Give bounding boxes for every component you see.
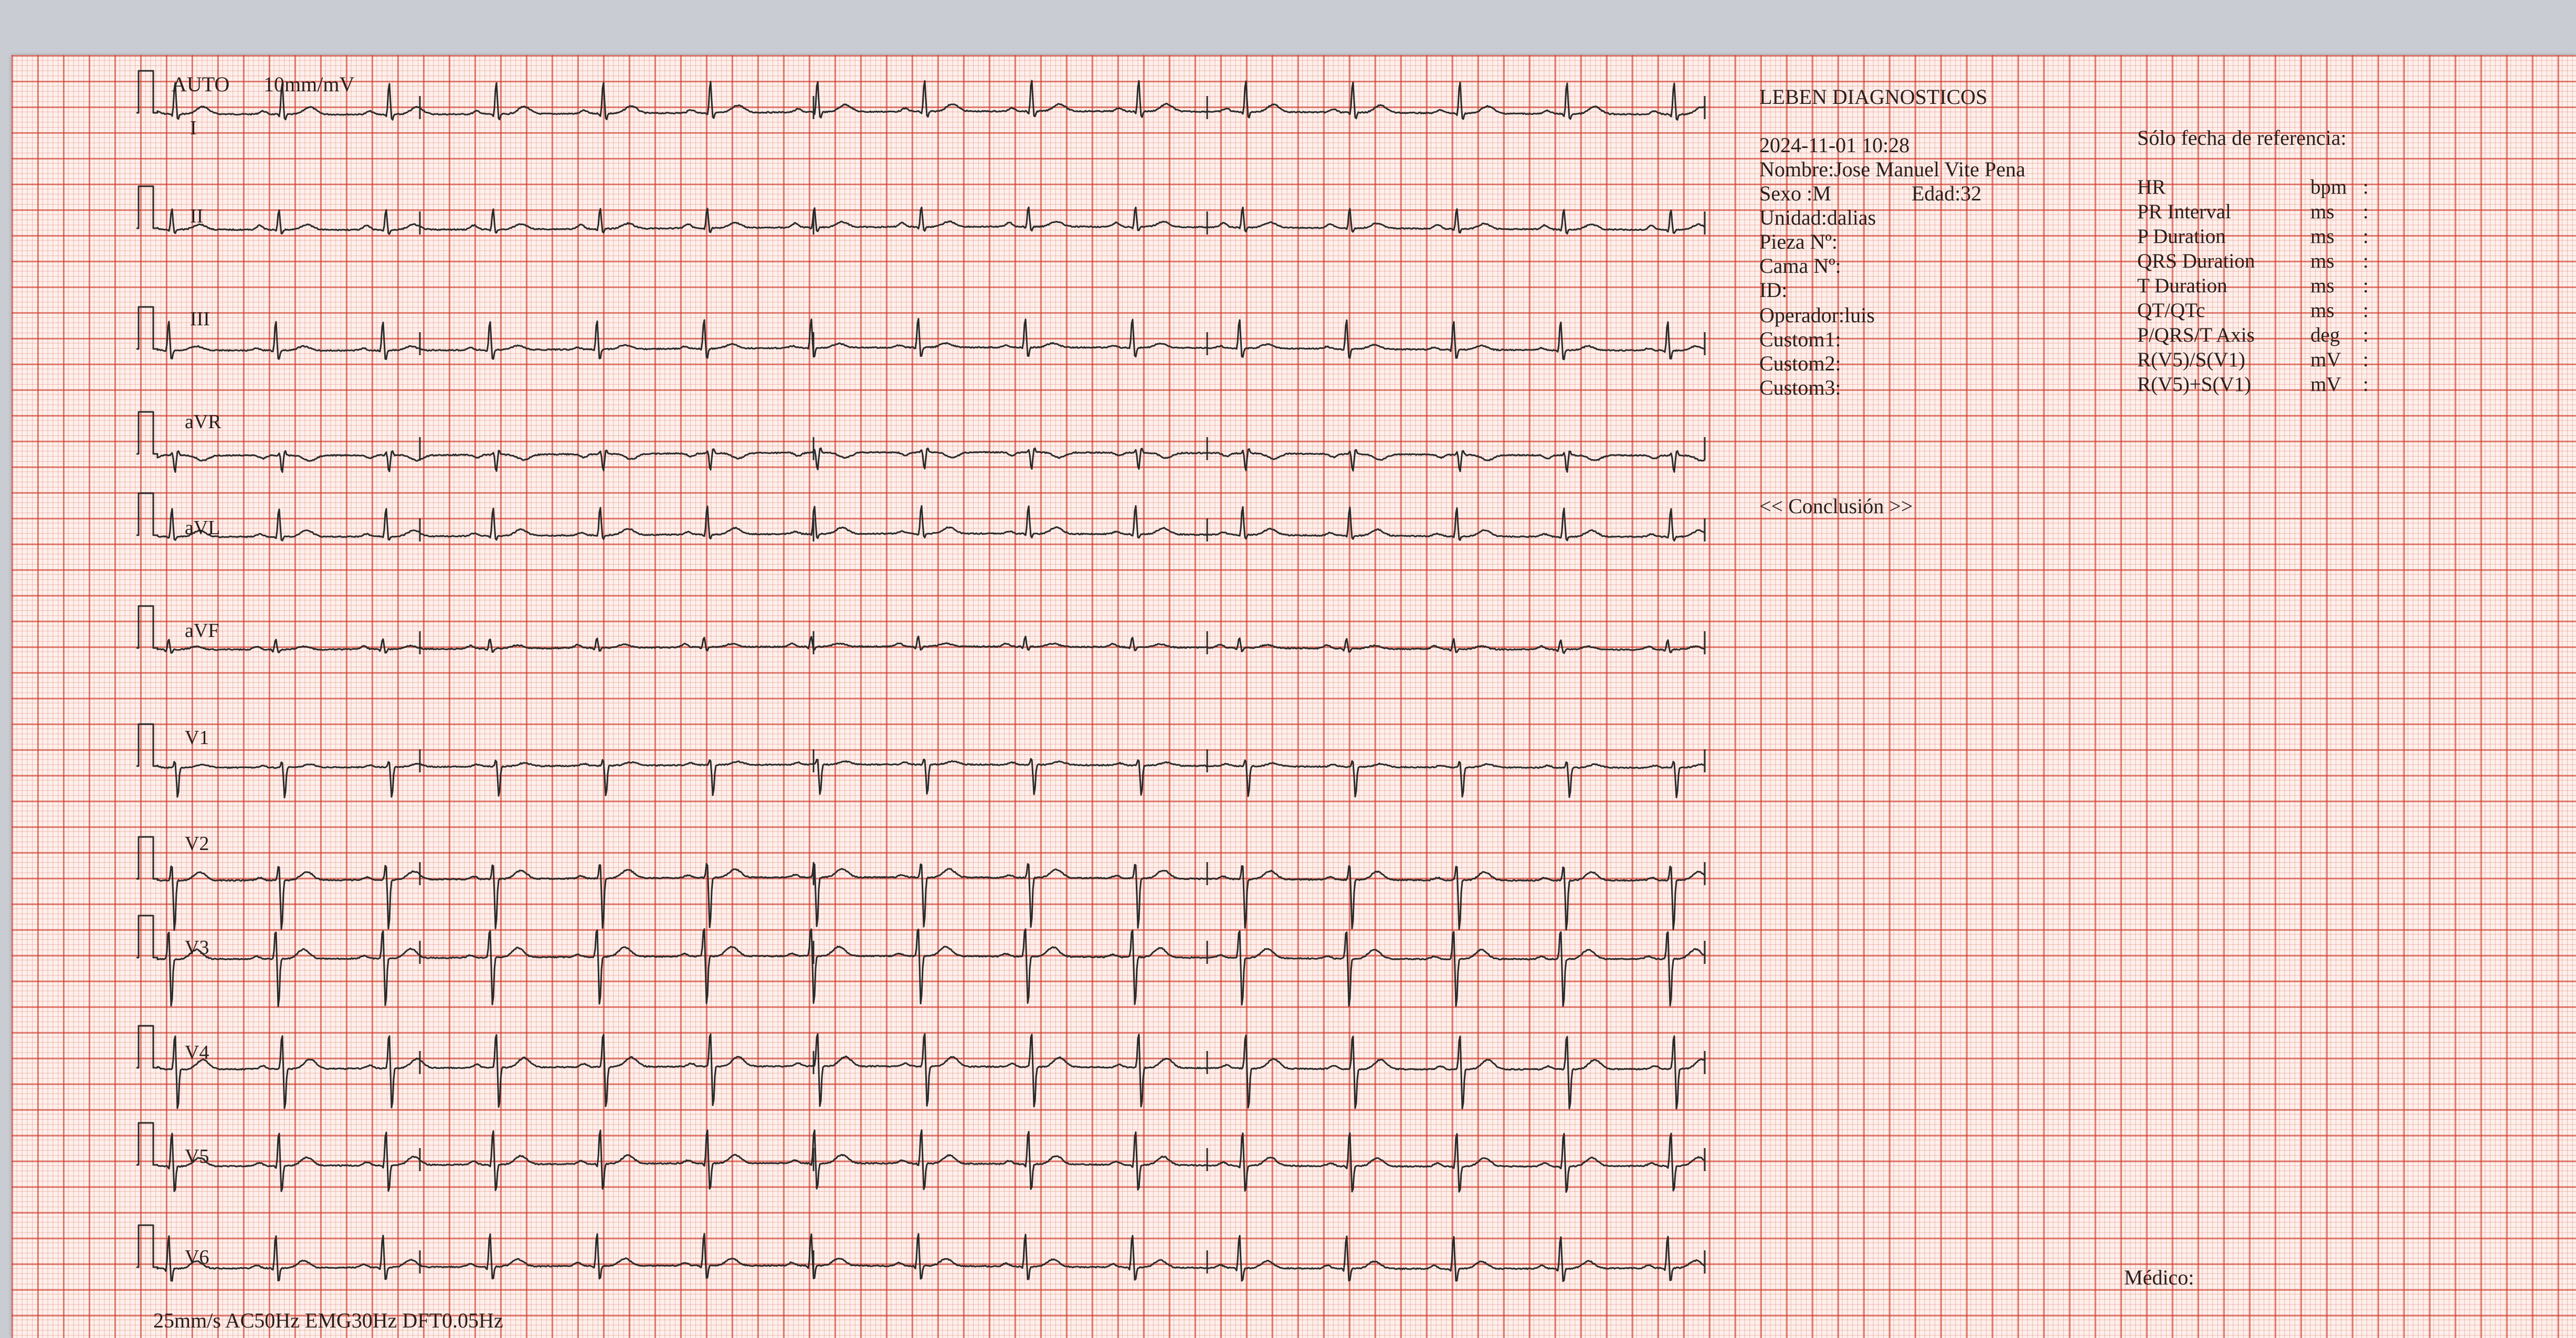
measurement-unit: mV — [2310, 348, 2341, 371]
patient-sex: Sexo :M — [1759, 182, 1831, 205]
measurement-unit: deg — [2310, 324, 2340, 346]
patient-name: Nombre:Jose Manuel Vite Pena — [1759, 157, 2025, 181]
ecg-trace-v4 — [136, 1025, 1706, 1110]
custom3-field: Custom3: — [1759, 376, 1841, 399]
ecg-trace-avf — [136, 605, 1705, 654]
lead-label-avf: aVF — [185, 620, 219, 642]
lead-label-v3: V3 — [185, 937, 209, 959]
measurement-name: HR — [2137, 176, 2166, 198]
measurement-row: T Duration ms: — [2137, 275, 2410, 299]
measurement-separator: : — [2363, 225, 2369, 248]
ecg-trace-ii — [136, 185, 1705, 235]
measurement-row: QT/QTc ms: — [2137, 300, 2410, 323]
lead-label-v4: V4 — [185, 1042, 209, 1064]
operator: Operador:luis — [1759, 303, 1875, 327]
measurement-separator: : — [2363, 274, 2369, 297]
measurement-separator: : — [2363, 176, 2369, 198]
lead-label-iii: III — [190, 308, 210, 330]
ecg-trace-avr — [136, 411, 1705, 473]
ecg-trace-v5 — [136, 1122, 1705, 1193]
ecg-trace-i — [136, 70, 1705, 121]
measurement-name: QT/QTc — [2137, 299, 2205, 322]
lead-label-v2: V2 — [185, 833, 209, 855]
conclusion-label: << Conclusión >> — [1759, 494, 1913, 518]
measurement-unit: ms — [2310, 299, 2335, 322]
measurement-row: PR Interval ms: — [2137, 201, 2410, 225]
measurement-separator: : — [2363, 299, 2369, 322]
lead-label-avl: aVL — [185, 517, 220, 539]
lead-label-v1: V1 — [185, 727, 209, 749]
lead-label-ii: II — [190, 205, 204, 227]
custom1-field: Custom1: — [1759, 327, 1841, 351]
patient-id: ID: — [1759, 278, 1788, 302]
clinic-name: LEBEN DIAGNOSTICOS — [1759, 85, 1988, 109]
measurement-unit: bpm — [2310, 176, 2347, 198]
lead-label-avr: aVR — [185, 411, 221, 433]
ecg-paper: AUTO 10mm/mV I II III aVR aVL aVF V1 V2 V3 V4 V5 V6… — [12, 55, 2576, 1338]
ecg-trace-avl — [136, 492, 1706, 541]
reference-note: Sólo fecha de referencia: — [2137, 126, 2347, 150]
measurement-unit: mV — [2310, 373, 2341, 396]
ecg-trace-v6 — [136, 1224, 1705, 1282]
lead-label-v6: V6 — [185, 1246, 209, 1268]
patient-room: Pieza Nº: — [1759, 230, 1838, 253]
measurement-row: HR bpm: — [2137, 177, 2410, 200]
measurement-row: P Duration ms: — [2137, 226, 2410, 249]
lead-label-v5: V5 — [185, 1145, 209, 1167]
patient-age: Edad:32 — [1912, 182, 1982, 205]
gain-label: 10mm/mV — [263, 72, 355, 96]
ecg-trace-v2 — [136, 836, 1705, 931]
measurement-row: R(V5)/S(V1) mV: — [2137, 349, 2410, 373]
measurement-separator: : — [2363, 250, 2369, 272]
measurement-name: QRS Duration — [2137, 250, 2255, 272]
patient-bed: Cama Nº: — [1759, 254, 1841, 278]
measurement-name: T Duration — [2137, 274, 2227, 297]
doctor-label: Médico: — [2124, 1266, 2194, 1289]
measurement-name: R(V5)/S(V1) — [2137, 348, 2245, 371]
ecg-trace-v1 — [136, 723, 1705, 799]
measurement-unit: ms — [2310, 274, 2335, 297]
footer-settings: 25mm/s AC50Hz EMG30Hz DFT0.05Hz — [153, 1309, 503, 1332]
measurement-name: P/QRS/T Axis — [2137, 324, 2255, 346]
custom2-field: Custom2: — [1759, 352, 1841, 375]
measurement-name: PR Interval — [2137, 200, 2231, 223]
measurement-name: R(V5)+S(V1) — [2137, 373, 2251, 396]
measurement-row: QRS Duration ms: — [2137, 251, 2410, 274]
patient-unit: Unidad:dalias — [1759, 206, 1876, 229]
measurement-name: P Duration — [2137, 225, 2226, 248]
record-datetime: 2024-11-01 10:28 — [1759, 133, 1910, 157]
measurement-separator: : — [2363, 348, 2369, 371]
measurement-row: R(V5)+S(V1) mV: — [2137, 374, 2410, 397]
measurement-separator: : — [2363, 200, 2369, 223]
measurement-unit: ms — [2310, 200, 2335, 223]
lead-label-i: I — [190, 117, 197, 139]
ecg-trace-iii — [136, 306, 1705, 360]
ecg-trace-v3 — [136, 915, 1705, 1007]
measurement-unit: ms — [2310, 250, 2335, 272]
measurement-unit: ms — [2310, 225, 2335, 248]
measurement-separator: : — [2363, 324, 2369, 346]
measurement-row: P/QRS/T Axis deg: — [2137, 325, 2410, 348]
measurement-separator: : — [2363, 373, 2369, 396]
auto-mode-label: AUTO — [172, 72, 230, 96]
